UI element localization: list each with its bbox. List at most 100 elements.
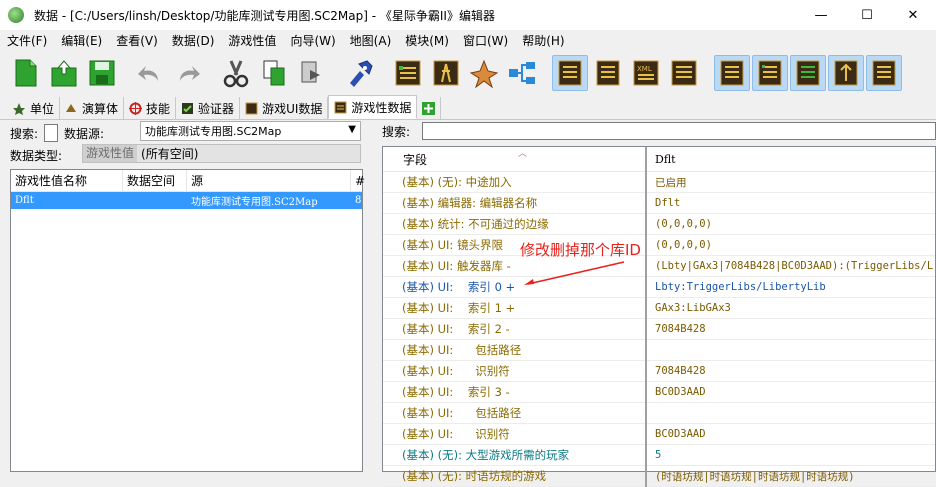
table-row[interactable]: (基本) (无): 中途加入 已启用 — [383, 171, 935, 193]
right-search-label: 搜索: — [382, 125, 411, 139]
source-label: 数据源: — [64, 126, 105, 141]
open-file-icon[interactable] — [46, 55, 82, 91]
ability-icon — [129, 101, 143, 115]
column-header-space[interactable]: 数据空间 — [123, 169, 187, 192]
menu-view[interactable]: 查看(V) — [109, 32, 165, 49]
column-header-value[interactable]: Dflt — [647, 153, 676, 166]
module-c-icon[interactable] — [466, 55, 502, 91]
tab-ui-data[interactable]: 游戏UI数据 — [240, 97, 329, 119]
table-5-icon[interactable] — [866, 55, 902, 91]
table-row[interactable]: (基本) UI: 索引 3 - BC0D3AAD — [383, 381, 935, 403]
data-type-chip: 游戏性值 — [83, 145, 138, 162]
save-icon[interactable] — [84, 55, 120, 91]
text-icon[interactable] — [666, 55, 702, 91]
chevron-down-icon: ▼ — [348, 124, 356, 135]
menu-map[interactable]: 地图(A) — [343, 32, 399, 49]
list-item[interactable]: Dflt 功能库测试专用图.SC2Map 8 — [11, 192, 362, 209]
table-row[interactable]: (基本) UI: 包括路径 — [383, 339, 935, 361]
tab-add[interactable] — [417, 97, 442, 119]
table-4-icon[interactable] — [828, 55, 864, 91]
field-value: (0,0,0,0) — [655, 239, 712, 251]
menu-data[interactable]: 数据(D) — [165, 32, 222, 49]
left-panel: 搜索: 数据源: 功能库测试专用图.SC2Map ▼ 数据类型: 游戏性值 (所… — [0, 120, 370, 472]
grid-header: ︿ 字段 Dflt — [383, 146, 935, 172]
table-row[interactable]: (基本) UI: 镜头界限 (0,0,0,0) — [383, 234, 935, 256]
module-b-icon[interactable] — [428, 55, 464, 91]
annotation-text: 修改删掉那个库ID — [520, 241, 641, 259]
window-title: 数据 - [C:/Users/linsh/Desktop/功能库测试专用图.SC… — [34, 8, 495, 23]
data-type-field[interactable]: 游戏性值 (所有空间) — [82, 144, 361, 163]
menu-module[interactable]: 模块(M) — [398, 32, 456, 49]
item-name: Dflt — [15, 195, 34, 206]
menu-wizard[interactable]: 向导(W) — [283, 32, 342, 49]
menu-edit[interactable]: 编辑(E) — [54, 32, 109, 49]
source-select[interactable]: 功能库测试专用图.SC2Map ▼ — [140, 121, 361, 141]
minimize-button[interactable]: — — [798, 0, 844, 30]
window-controls: — ☐ ✕ — [798, 0, 936, 30]
redo-icon[interactable] — [170, 55, 206, 91]
table-row[interactable]: (基本) UI: 触发器库 - (Lbty|GAx3|7084B428|BC0D3… — [383, 255, 935, 277]
test-run-icon[interactable] — [342, 55, 378, 91]
field-value: 已启用 — [655, 176, 687, 189]
table-1-icon[interactable] — [714, 55, 750, 91]
menu-window[interactable]: 窗口(W) — [456, 32, 515, 49]
field-name: (基本) (无): 大型游戏所需的玩家 — [383, 444, 647, 466]
table-row[interactable]: (基本) UI: 包括路径 — [383, 402, 935, 424]
table-row[interactable]: (基本) UI: 识别符 BC0D3AAD — [383, 423, 935, 445]
column-header-field[interactable]: 字段 — [383, 146, 647, 172]
table-row[interactable]: (基本) 编辑器: 编辑器名称 Dflt — [383, 192, 935, 214]
table-row[interactable]: (基本) UI: 识别符 7084B428 — [383, 360, 935, 382]
column-header-count[interactable]: # — [351, 170, 365, 192]
table-row[interactable]: (基本) (无): 时语坊规的游戏 (时语坊规|时语坊规|时语坊规|时语坊规) — [383, 465, 935, 487]
field-value: 5 — [655, 449, 662, 461]
data-table-icon[interactable] — [552, 55, 588, 91]
maximize-button[interactable]: ☐ — [844, 0, 890, 30]
module-a-icon[interactable] — [390, 55, 426, 91]
table-2-icon[interactable] — [752, 55, 788, 91]
copy-icon[interactable] — [256, 55, 292, 91]
cut-icon[interactable] — [218, 55, 254, 91]
tab-actors[interactable]: 演算体 — [60, 97, 125, 119]
add-tab-icon — [422, 101, 436, 115]
table-row[interactable]: (基本) UI: 索引 0 + Lbty:TriggerLibs/LibertyL… — [383, 276, 935, 298]
field-value: (Lbty|GAx3|7084B428|BC0D3AAD):(TriggerLi… — [655, 260, 933, 272]
flow-icon[interactable] — [504, 55, 540, 91]
title-bar: 数据 - [C:/Users/linsh/Desktop/功能库测试专用图.SC… — [0, 0, 936, 30]
right-search-input[interactable] — [422, 122, 936, 140]
new-file-icon[interactable] — [8, 55, 44, 91]
data-type-scope: (所有空间) — [141, 147, 199, 161]
tab-gameplay-data[interactable]: 游戏性数据 — [328, 95, 418, 119]
data-grid-icon[interactable] — [590, 55, 626, 91]
field-value: 7084B428 — [655, 365, 706, 377]
field-value: 7084B428 — [655, 323, 706, 335]
menu-file[interactable]: 文件(F) — [0, 32, 54, 49]
tab-label: 技能 — [146, 101, 171, 116]
left-search-input[interactable] — [44, 124, 59, 142]
tab-units[interactable]: 单位 — [8, 97, 61, 119]
tab-abilities[interactable]: 技能 — [124, 97, 177, 119]
field-name: (基本) UI: 包括路径 — [383, 339, 647, 361]
app-icon — [8, 7, 24, 23]
paste-icon[interactable] — [294, 55, 330, 91]
field-value: BC0D3AAD — [655, 386, 706, 398]
menu-gameplay-values[interactable]: 游戏性值 — [221, 32, 283, 49]
xml-icon[interactable]: XML — [628, 55, 664, 91]
table-row[interactable]: (基本) UI: 索引 1 + GAx3:LibGAx3 — [383, 297, 935, 319]
close-button[interactable]: ✕ — [890, 0, 936, 30]
gameplay-data-icon — [334, 101, 347, 114]
field-name: (基本) (无): 时语坊规的游戏 — [383, 465, 647, 487]
tab-label: 单位 — [30, 101, 55, 116]
table-row[interactable]: (基本) (无): 大型游戏所需的玩家 5 — [383, 444, 935, 466]
validator-icon — [181, 102, 194, 115]
table-3-icon[interactable] — [790, 55, 826, 91]
table-row[interactable]: (基本) 统计: 不可通过的边缘 (0,0,0,0) — [383, 213, 935, 235]
menu-help[interactable]: 帮助(H) — [515, 32, 571, 49]
table-row[interactable]: (基本) UI: 索引 2 - 7084B428 — [383, 318, 935, 340]
field-name: (基本) UI: 识别符 — [383, 360, 647, 382]
field-value: (0,0,0,0) — [655, 218, 712, 230]
column-header-source[interactable]: 源 — [187, 169, 351, 192]
undo-icon[interactable] — [132, 55, 168, 91]
tab-validators[interactable]: 验证器 — [176, 97, 241, 119]
field-name: (基本) 统计: 不可通过的边缘 — [383, 213, 647, 235]
column-header-name[interactable]: 游戏性值名称 — [11, 169, 123, 192]
